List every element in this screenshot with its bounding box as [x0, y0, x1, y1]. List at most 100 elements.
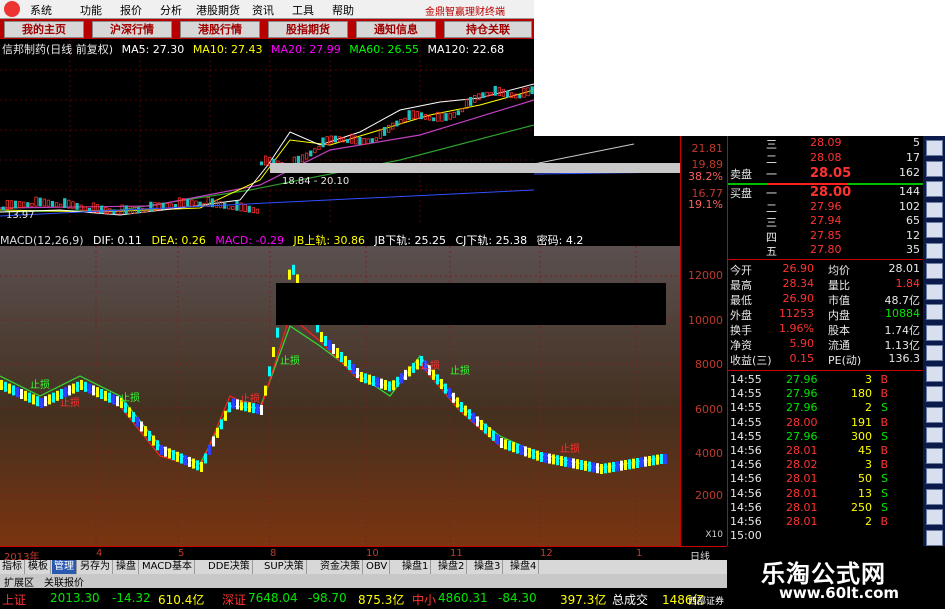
tab-indicator[interactable]: 模板	[26, 560, 51, 574]
lower-bar	[116, 396, 119, 407]
tab-indicator[interactable]: OBV	[364, 560, 391, 574]
ask-row-2[interactable]: 二 28.08 17	[728, 151, 924, 167]
menu-function[interactable]: 功能	[80, 2, 102, 18]
rsi-icon[interactable]	[926, 263, 943, 279]
tab-indicator[interactable]: 管理	[52, 560, 77, 574]
candle	[358, 136, 362, 145]
tick-price: 28.01	[786, 472, 818, 486]
ytick-2000: 2000	[695, 489, 723, 502]
table-icon[interactable]	[926, 386, 943, 402]
tick-price: 27.96	[786, 373, 818, 386]
menu-system[interactable]: 系统	[30, 2, 52, 18]
lower-bar	[324, 336, 327, 346]
tab-related-quote[interactable]: 关联报价	[44, 574, 84, 589]
candle	[407, 110, 411, 121]
menu-analysis[interactable]: 分析	[160, 2, 182, 18]
tick-time: 14:56	[730, 515, 762, 528]
stat-value: 11253	[779, 307, 814, 320]
stat-row: 最高 28.34 量比 1.84	[728, 277, 924, 293]
calc-icon[interactable]	[926, 447, 943, 464]
tick-side: S	[881, 429, 888, 443]
grid-icon[interactable]	[926, 222, 943, 238]
lower-bar	[544, 452, 547, 463]
date-12: 12	[540, 548, 553, 559]
lower-bar	[652, 455, 655, 466]
stat-value: 26.90	[782, 262, 815, 275]
index-futures-button[interactable]: 股指期货	[268, 21, 348, 38]
tab-indicator[interactable]: MACD基本	[140, 560, 195, 574]
tool-icon[interactable]	[926, 283, 943, 300]
lower-bar	[24, 390, 27, 401]
lower-bar	[88, 383, 91, 394]
menu-tools[interactable]: 工具	[292, 2, 314, 18]
info-icon[interactable]	[926, 345, 943, 361]
hk-quote-button[interactable]: 港股行情	[180, 21, 260, 38]
tab-indicator[interactable]: 资金决策	[318, 560, 363, 574]
quick-bar: 我的主页 沪深行情 港股行情 股指期货 通知信息 持仓关联	[0, 19, 534, 39]
tick-side: B	[880, 458, 888, 472]
price-chart[interactable]	[0, 40, 534, 222]
bid-row-3[interactable]: 三 27.94 65	[728, 214, 924, 230]
tab-indicator[interactable]: 操盘	[114, 560, 139, 574]
candle	[333, 135, 338, 143]
notices-button[interactable]: 通知信息	[356, 21, 436, 38]
tick-side: S	[881, 500, 888, 514]
lower-bar	[260, 405, 263, 415]
price-chart-title: 信邦制药(日线 前复权) MA5: 27.30 MA10: 27.43 MA20…	[2, 41, 509, 57]
bid-row-5[interactable]: 五 27.80 35	[728, 243, 924, 259]
tab-indicator[interactable]: SUP决策	[262, 560, 307, 574]
tab-indicator[interactable]: 另存为	[78, 560, 113, 574]
menu-help[interactable]: 帮助	[332, 2, 354, 18]
tick-row[interactable]: 15:00	[728, 529, 924, 545]
lock-icon[interactable]	[926, 427, 943, 443]
tick-price: 28.02	[786, 458, 818, 472]
tick-time: 14:55	[730, 401, 762, 415]
chart-icon[interactable]	[926, 160, 943, 177]
tab-indicator[interactable]: 操盘4	[508, 560, 540, 574]
tick-volume: 45	[858, 444, 872, 457]
tab-indicator[interactable]: DDE决策	[206, 560, 253, 574]
list-icon[interactable]	[926, 181, 943, 197]
date-8: 8	[270, 548, 277, 559]
date-axis: 2013年 4 5 8 10 11 12 1 日线	[0, 546, 727, 563]
status-item: 上证	[2, 593, 27, 607]
arrow-icon[interactable]	[926, 406, 943, 423]
ask-row-1[interactable]: 卖盘 一 28.05 162	[728, 166, 924, 182]
candle	[50, 200, 55, 207]
tab-indicator[interactable]: 操盘1	[400, 560, 432, 574]
lower-bar	[32, 394, 35, 405]
layer-icon[interactable]	[926, 529, 943, 546]
settings-icon[interactable]	[926, 324, 943, 341]
ask-row-3[interactable]: 三 28.09 5	[728, 136, 924, 152]
bid-row-1[interactable]: 买盘 一 28.00 144	[728, 185, 924, 201]
tab-indicator[interactable]: 操盘3	[472, 560, 504, 574]
status-item: -14.32	[112, 591, 151, 605]
menu-news[interactable]: 资讯	[252, 2, 274, 18]
position-link-button[interactable]: 持仓关联	[444, 21, 532, 38]
trend-icon[interactable]	[926, 140, 943, 156]
lower-bar	[276, 327, 279, 338]
menu-icon[interactable]	[926, 488, 943, 505]
home-button[interactable]: 我的主页	[4, 21, 84, 38]
window-icon[interactable]	[926, 365, 943, 382]
tab-extension[interactable]: 扩展区	[4, 574, 34, 589]
lower-bar	[344, 356, 347, 366]
sh-sz-quote-button[interactable]: 沪深行情	[92, 21, 172, 38]
lower-bar	[220, 419, 223, 430]
lower-bar	[364, 373, 367, 384]
stat-value: 10884	[885, 307, 920, 320]
star-icon[interactable]	[926, 509, 943, 525]
tick-side: B	[880, 415, 888, 429]
lower-bar	[540, 452, 543, 462]
tab-indicator[interactable]: 指标	[0, 560, 25, 574]
tab-indicator[interactable]: 操盘2	[436, 560, 468, 574]
ma10-label: MA10: 27.43	[192, 43, 263, 56]
bar-icon[interactable]	[926, 242, 943, 259]
candle	[100, 205, 104, 214]
menu-hk-futures[interactable]: 港股期货	[196, 2, 240, 18]
zoom-icon[interactable]	[926, 304, 943, 320]
compare-icon[interactable]	[926, 201, 943, 218]
menu-quote[interactable]: 报价	[120, 2, 142, 18]
stat-row: 最低 26.90 市值 48.7亿	[728, 292, 924, 308]
help-icon[interactable]	[926, 468, 943, 484]
